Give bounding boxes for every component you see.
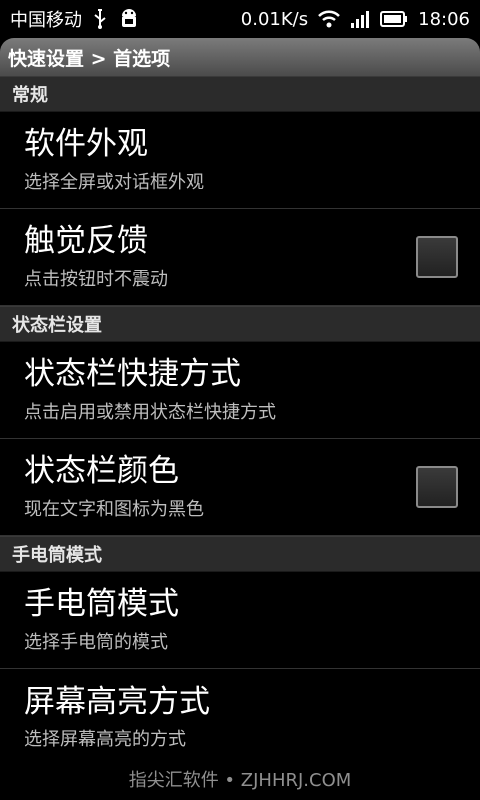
pref-item-screen-highlight[interactable]: 屏幕高亮方式 选择屏幕高亮的方式 <box>0 669 480 766</box>
pref-item-app-appearance[interactable]: 软件外观 选择全屏或对话框外观 <box>0 112 480 209</box>
usb-icon <box>92 9 108 29</box>
pref-item-statusbar-color[interactable]: 状态栏颜色 现在文字和图标为黑色 <box>0 439 480 536</box>
pref-title: 手电筒模式 <box>24 586 179 623</box>
section-header-flashlight: 手电筒模式 <box>0 536 480 572</box>
carrier-label: 中国移动 <box>10 10 82 31</box>
section-header-label: 手电筒模式 <box>12 545 102 566</box>
pref-item-haptic-feedback[interactable]: 触觉反馈 点击按钮时不震动 <box>0 209 480 306</box>
pref-item-statusbar-shortcut[interactable]: 状态栏快捷方式 点击启用或禁用状态栏快捷方式 <box>0 342 480 439</box>
network-speed: 0.01K/s <box>240 8 309 30</box>
preference-list: 常规 软件外观 选择全屏或对话框外观 触觉反馈 点击按钮时不震动 状态栏设置 状… <box>0 76 480 766</box>
title-bar: 快速设置 > 首选项 <box>0 38 480 76</box>
pref-title: 状态栏颜色 <box>24 453 179 490</box>
pref-title: 状态栏快捷方式 <box>24 356 241 393</box>
pref-text: 软件外观 选择全屏或对话框外观 <box>24 126 204 193</box>
pref-title: 软件外观 <box>24 126 148 163</box>
signal-icon <box>350 10 370 28</box>
pref-summary: 点击按钮时不震动 <box>24 268 168 290</box>
watermark: 指尖汇软件 • ZJHHRJ.COM <box>128 770 352 791</box>
clock: 18:06 <box>418 8 470 30</box>
pref-text: 屏幕高亮方式 选择屏幕高亮的方式 <box>24 684 210 751</box>
android-icon <box>118 8 140 30</box>
page-title: 快速设置 > 首选项 <box>8 47 171 70</box>
section-header-label: 状态栏设置 <box>12 315 102 336</box>
pref-item-flashlight-mode[interactable]: 手电筒模式 选择手电筒的模式 <box>0 572 480 669</box>
pref-summary: 点击启用或禁用状态栏快捷方式 <box>24 401 276 423</box>
pref-text: 状态栏颜色 现在文字和图标为黑色 <box>24 453 204 520</box>
pref-title: 触觉反馈 <box>24 223 148 260</box>
pref-summary: 选择屏幕高亮的方式 <box>24 729 186 751</box>
battery-icon <box>380 11 408 27</box>
wifi-icon <box>318 10 341 28</box>
status-bar: 中国移动 0.01K/s 18:06 <box>0 0 480 38</box>
pref-title: 屏幕高亮方式 <box>24 683 210 720</box>
pref-summary: 现在文字和图标为黑色 <box>24 498 204 520</box>
haptic-feedback-checkbox[interactable] <box>416 236 458 278</box>
pref-summary: 选择全屏或对话框外观 <box>24 171 204 193</box>
section-header-general: 常规 <box>0 76 480 112</box>
pref-summary: 选择手电筒的模式 <box>24 631 168 653</box>
pref-text: 手电筒模式 选择手电筒的模式 <box>24 586 179 653</box>
section-header-label: 常规 <box>12 85 48 106</box>
statusbar-color-checkbox[interactable] <box>416 466 458 508</box>
pref-text: 触觉反馈 点击按钮时不震动 <box>24 223 168 290</box>
section-header-statusbar: 状态栏设置 <box>0 306 480 342</box>
pref-text: 状态栏快捷方式 点击启用或禁用状态栏快捷方式 <box>24 356 276 423</box>
